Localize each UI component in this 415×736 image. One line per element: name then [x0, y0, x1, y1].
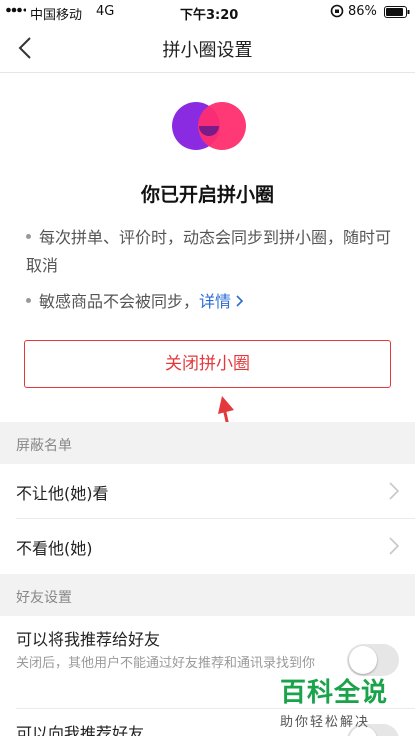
- chevron-right-icon: [236, 295, 244, 307]
- chevron-right-icon: [389, 482, 399, 500]
- signal-icon: [6, 4, 27, 20]
- setting-label: 可以向我推荐好友: [16, 724, 145, 736]
- pinxiaoquan-logo: [170, 100, 250, 152]
- watermark-title: 百科全说: [280, 678, 389, 708]
- battery-icon: [384, 6, 410, 22]
- bullet-dot-icon: [26, 298, 31, 303]
- section-header-block-list: 屏蔽名单: [0, 422, 415, 464]
- setting-label: 可以将我推荐给好友: [16, 630, 161, 649]
- chevron-right-icon: [389, 537, 399, 555]
- carrier-label: 中国移动: [30, 8, 83, 23]
- close-pinxiaoquan-button[interactable]: 关闭拼小圈: [24, 340, 391, 388]
- setting-description: 关闭后，其他用户不能通过好友推荐和通讯录找到你: [16, 656, 316, 671]
- toggle-knob: [349, 646, 377, 674]
- info-bullet-1: 每次拼单、评价时，动态会同步到拼小圈，随时可取消: [26, 224, 396, 280]
- battery-percent: 86%: [348, 4, 377, 19]
- row-label: 不让他(她)看: [16, 484, 109, 503]
- details-link-label: 详情: [199, 292, 232, 311]
- block-item-hide-from[interactable]: 不让他(她)看: [0, 464, 415, 518]
- watermark: 百科全说 助你轻松解决: [280, 672, 410, 730]
- page-title: 拼小圈设置: [162, 40, 253, 61]
- orientation-lock-icon: [330, 4, 344, 22]
- watermark-subtitle: 助你轻松解决: [280, 715, 371, 730]
- section-header-label: 好友设置: [16, 590, 72, 606]
- hero-title: 你已开启拼小圈: [140, 184, 274, 206]
- navigation-bar: 拼小圈设置: [0, 24, 415, 73]
- bullet-dot-icon: [26, 234, 31, 239]
- network-label: 4G: [96, 4, 115, 19]
- block-item-dont-see[interactable]: 不看他(她): [0, 519, 415, 573]
- row-label: 不看他(她): [16, 539, 93, 558]
- clock: 下午3:20: [180, 8, 239, 23]
- bullet-text: 敏感商品不会被同步，: [39, 292, 200, 311]
- info-bullet-2: 敏感商品不会被同步，详情: [26, 288, 396, 316]
- section-header-friend-settings: 好友设置: [0, 574, 415, 616]
- bullet-text: 每次拼单、评价时，动态会同步到拼小圈，随时可取消: [26, 228, 392, 275]
- details-link[interactable]: 详情: [199, 292, 244, 311]
- status-bar: 中国移动 4G 下午3:20 86%: [0, 0, 415, 24]
- section-header-label: 屏蔽名单: [16, 438, 72, 454]
